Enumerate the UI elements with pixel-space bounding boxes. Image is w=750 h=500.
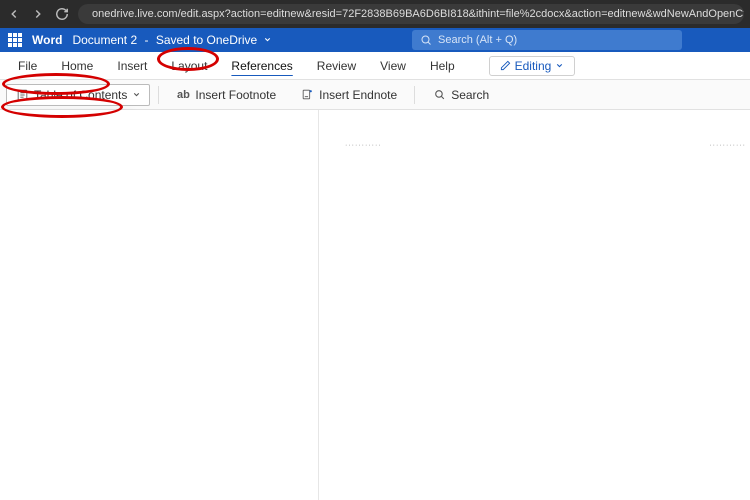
endnote-icon bbox=[300, 88, 314, 102]
pencil-icon bbox=[500, 60, 511, 71]
search-button[interactable]: Search bbox=[423, 84, 498, 106]
editing-mode-button[interactable]: Editing bbox=[489, 56, 576, 76]
tab-file[interactable]: File bbox=[8, 55, 47, 77]
footnote-icon: ab bbox=[176, 88, 190, 102]
margin-marker: ··········· bbox=[345, 142, 382, 149]
search-icon bbox=[420, 34, 432, 46]
url-text: onedrive.live.com/edit.aspx?action=editn… bbox=[92, 8, 744, 20]
chevron-down-icon bbox=[555, 61, 564, 70]
tab-home[interactable]: Home bbox=[51, 55, 103, 77]
forward-icon[interactable] bbox=[30, 6, 46, 22]
insert-endnote-button[interactable]: Insert Endnote bbox=[291, 84, 406, 106]
page-edge bbox=[318, 110, 319, 500]
ribbon-tabs: File Home Insert Layout References Revie… bbox=[0, 52, 750, 80]
insert-footnote-button[interactable]: ab Insert Footnote bbox=[167, 84, 285, 106]
table-of-contents-button[interactable]: Table of Contents bbox=[6, 84, 150, 106]
tab-view[interactable]: View bbox=[370, 55, 416, 77]
document-canvas[interactable]: ··········· ··········· bbox=[0, 110, 750, 500]
chevron-down-icon bbox=[132, 90, 141, 99]
tab-layout[interactable]: Layout bbox=[161, 55, 217, 77]
tab-help[interactable]: Help bbox=[420, 55, 465, 77]
app-name: Word bbox=[32, 33, 62, 47]
app-launcher-icon[interactable] bbox=[8, 33, 22, 47]
search-box[interactable] bbox=[412, 30, 682, 50]
doc-title[interactable]: Document 2 - Saved to OneDrive bbox=[72, 33, 271, 47]
ribbon-toolbar: Table of Contents ab Insert Footnote Ins… bbox=[0, 80, 750, 110]
toc-icon bbox=[15, 88, 29, 102]
tab-references[interactable]: References bbox=[221, 55, 302, 77]
back-icon[interactable] bbox=[6, 6, 22, 22]
tab-insert[interactable]: Insert bbox=[107, 55, 157, 77]
divider bbox=[158, 86, 159, 104]
tab-review[interactable]: Review bbox=[307, 55, 366, 77]
search-icon bbox=[432, 88, 446, 102]
url-bar[interactable]: onedrive.live.com/edit.aspx?action=editn… bbox=[78, 4, 744, 24]
divider bbox=[414, 86, 415, 104]
title-bar: Word Document 2 - Saved to OneDrive bbox=[0, 28, 750, 52]
chevron-down-icon bbox=[263, 35, 272, 44]
search-input[interactable] bbox=[438, 34, 674, 46]
margin-marker: ··········· bbox=[709, 142, 746, 149]
reload-icon[interactable] bbox=[54, 6, 70, 22]
browser-chrome: onedrive.live.com/edit.aspx?action=editn… bbox=[0, 0, 750, 28]
